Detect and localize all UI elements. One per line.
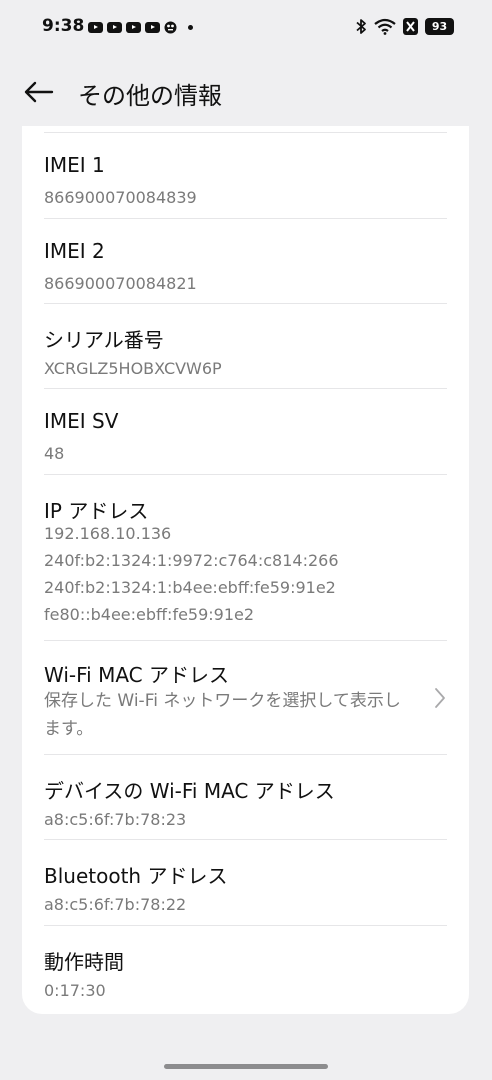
dot-icon [188,25,193,30]
ip-address-value: 240f:b2:1324:1:9972:c764:c814:266 [44,551,339,570]
list-item-value: 866900070084839 [44,188,197,207]
list-item-title: IMEI 2 [44,239,105,263]
list-item-device-wifi-mac[interactable]: デバイスの Wi-Fi MAC アドレス a8:c5:6f:7b:78:23 [44,755,447,840]
list-item-title: シリアル番号 [44,328,164,352]
list-item-imei2[interactable]: IMEI 2 866900070084821 [44,219,447,304]
list-item-imei-sv[interactable]: IMEI SV 48 [44,389,447,475]
list-item-serial[interactable]: シリアル番号 XCRGLZ5HOBXCVW6P [44,304,447,389]
nfc-icon [403,18,418,35]
back-arrow-icon[interactable] [20,74,56,110]
list-item-description: 保存した Wi-Fi ネットワークを選択して表示します。 [44,691,401,739]
list-item-title: デバイスの Wi-Fi MAC アドレス [44,779,335,803]
list-item-value: XCRGLZ5HOBXCVW6P [44,359,222,378]
list-item-ip-address[interactable]: IP アドレス 192.168.10.136 240f:b2:1324:1:99… [44,475,447,641]
list-item-value: a8:c5:6f:7b:78:23 [44,810,187,829]
list-item-title: Wi-Fi MAC アドレス [44,663,229,687]
home-indicator[interactable] [164,1064,328,1069]
ip-address-value: 192.168.10.136 [44,524,172,543]
list-item-uptime[interactable]: 動作時間 0:17:30 [44,926,447,1012]
battery-icon: 93 [425,18,454,35]
ip-address-value: 240f:b2:1324:1:b4ee:ebff:fe59:91e2 [44,578,336,597]
status-time: 9:38 [42,16,85,36]
list-item-imei1[interactable]: IMEI 1 866900070084839 [44,133,447,219]
youtube-icon [145,22,160,33]
ip-address-value: fe80::b4ee:ebff:fe59:91e2 [44,605,255,624]
list-item-title: Bluetooth アドレス [44,864,228,888]
list-item-title: 動作時間 [44,950,124,974]
list-item-title: IMEI 1 [44,153,105,177]
app-icon [164,21,177,34]
wifi-icon [374,18,396,35]
page-title: その他の情報 [78,82,222,110]
notification-icons [88,21,193,34]
bluetooth-icon [356,19,366,34]
youtube-icon [107,22,122,33]
list-item-title: IMEI SV [44,409,119,433]
youtube-icon [126,22,141,33]
list-item-wifi-mac[interactable]: Wi-Fi MAC アドレス 保存した Wi-Fi ネットワークを選択して表示し… [44,641,447,755]
list-item-value: a8:c5:6f:7b:78:22 [44,895,187,914]
list-item-value: 866900070084821 [44,274,197,293]
status-bar: 9:38 93 [0,0,492,56]
list-item-value: 48 [44,444,65,463]
app-header: その他の情報 [0,56,492,126]
info-card: IMEI 1 866900070084839 IMEI 2 8669000700… [22,126,469,1014]
chevron-right-icon [435,688,445,708]
youtube-icon [88,22,103,33]
list-item-value: 0:17:30 [44,981,106,1000]
list-item-bluetooth-address[interactable]: Bluetooth アドレス a8:c5:6f:7b:78:22 [44,840,447,926]
system-icons: 93 [356,18,454,35]
